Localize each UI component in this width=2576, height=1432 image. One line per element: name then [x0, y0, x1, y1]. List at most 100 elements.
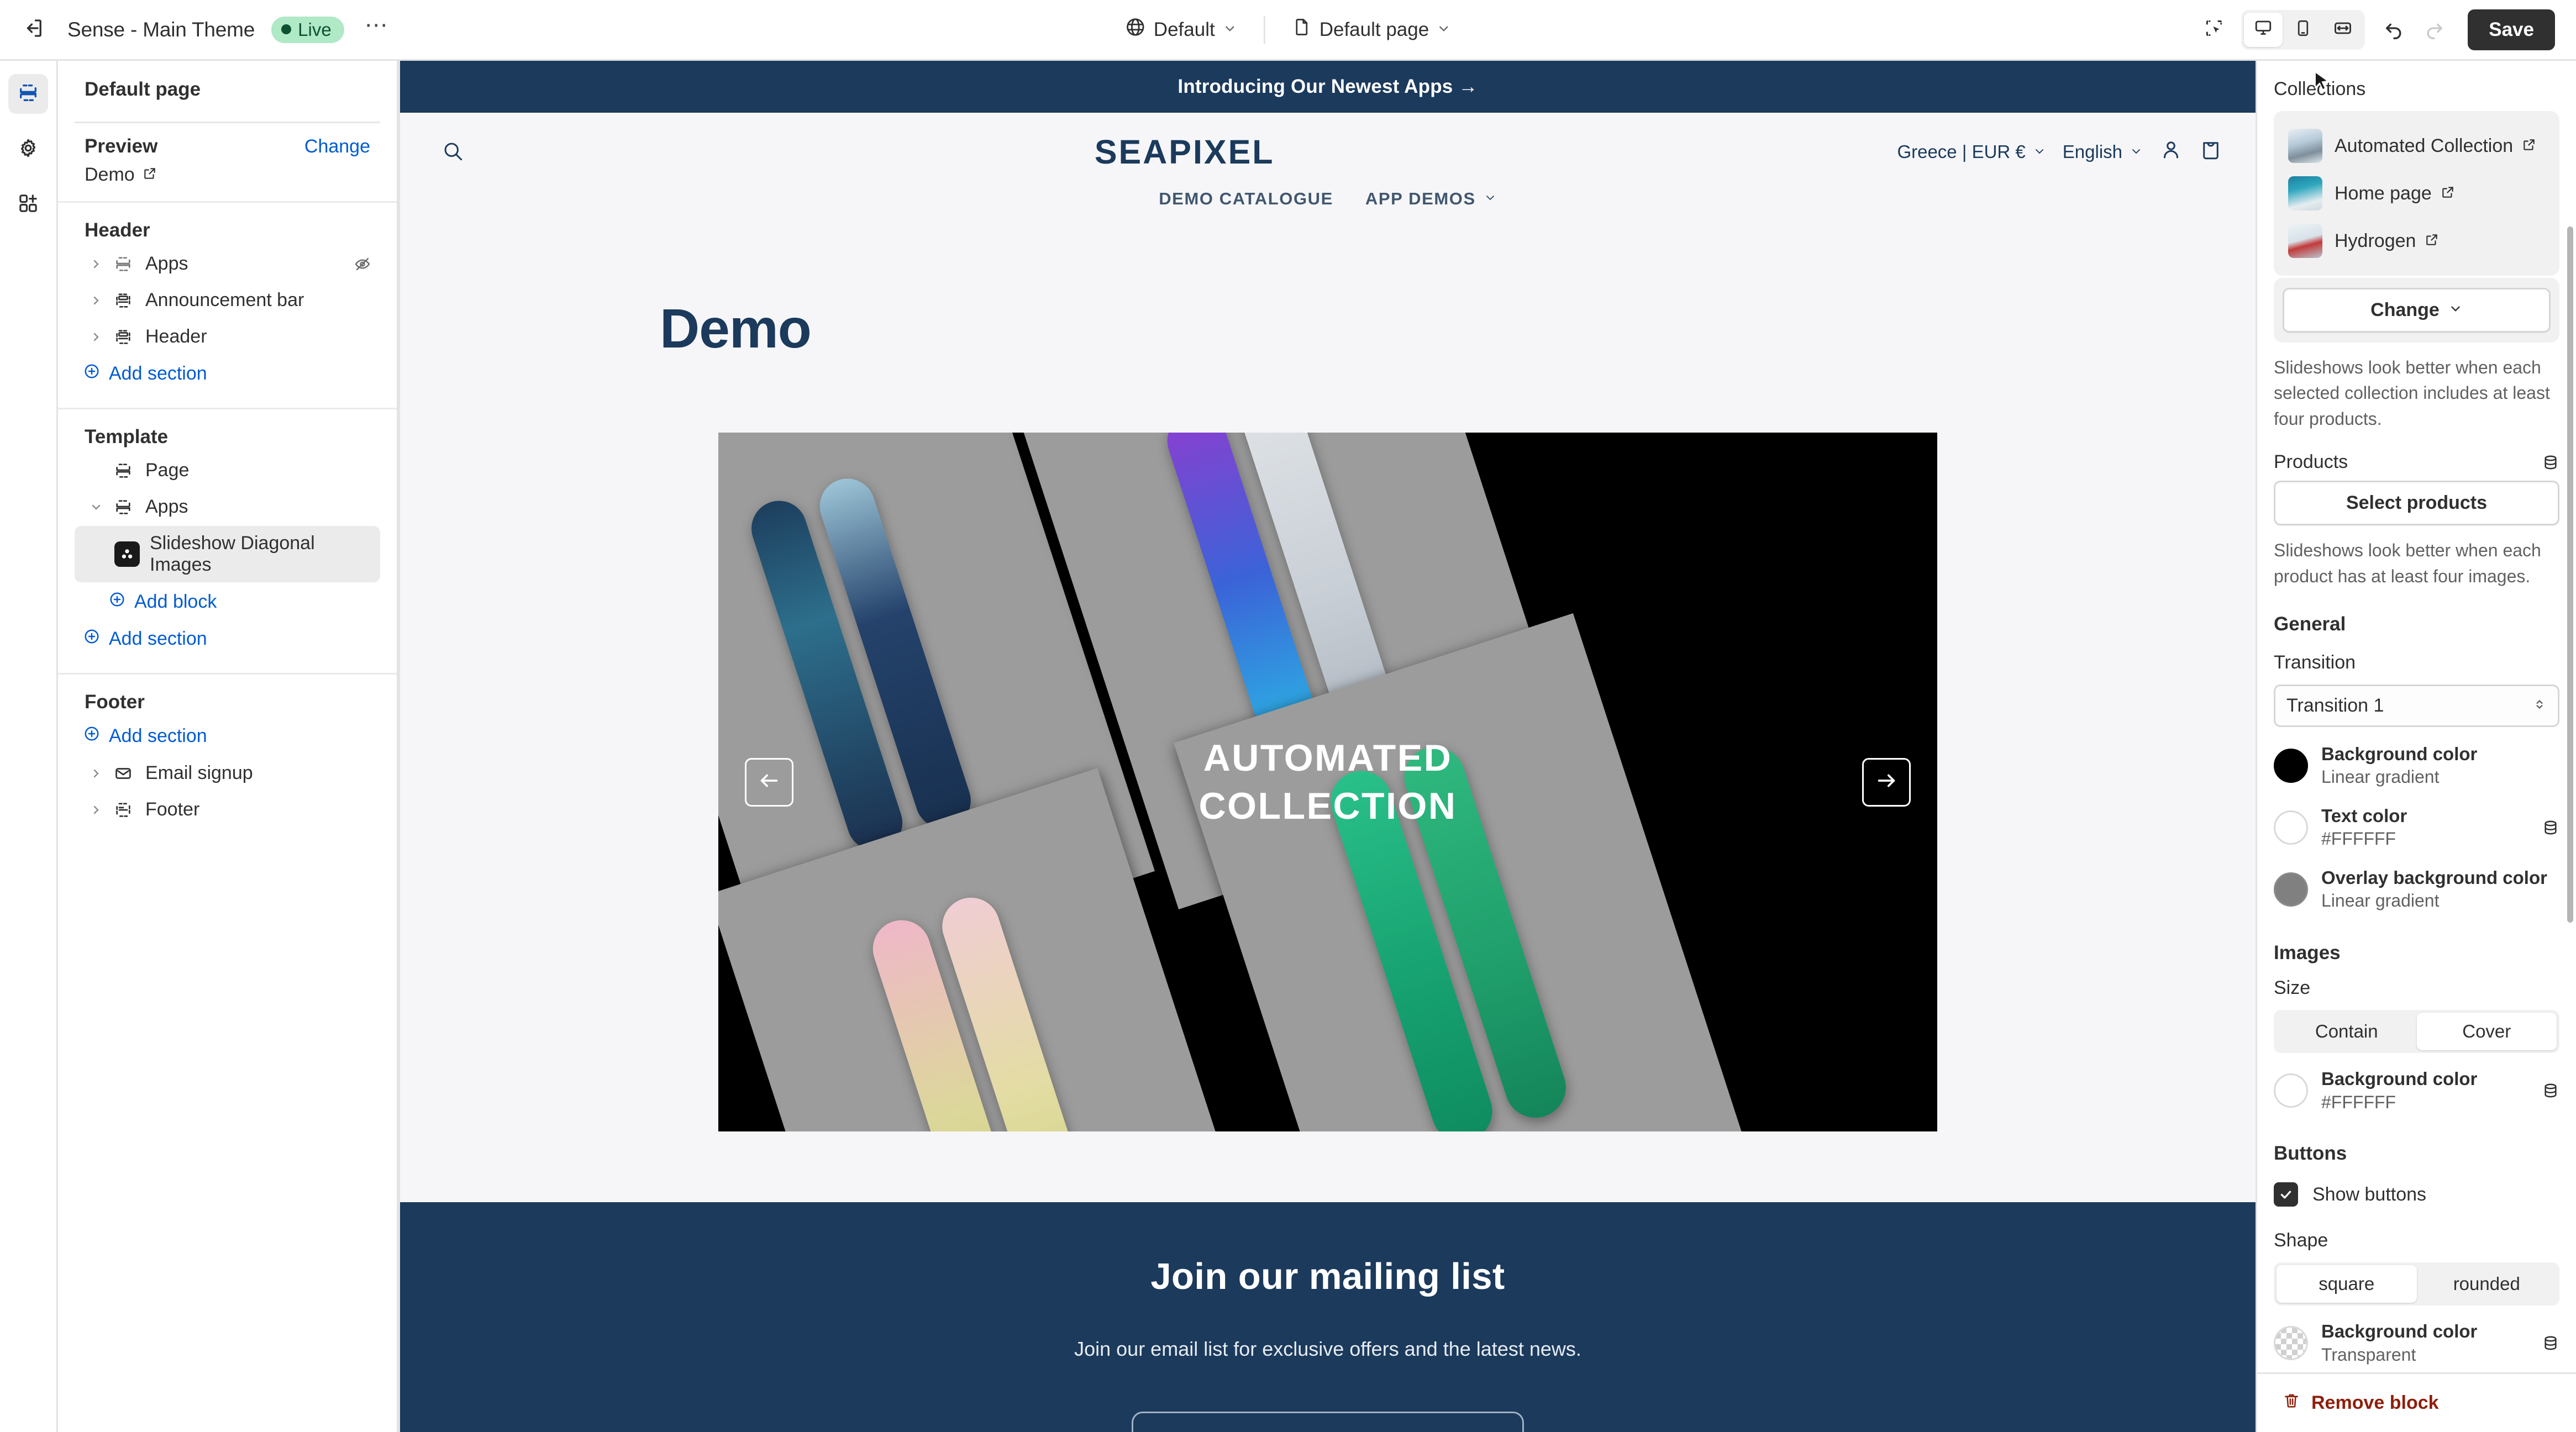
chevron-right-icon[interactable]	[83, 330, 109, 344]
plus-circle-icon	[109, 591, 125, 613]
chevron-right-icon[interactable]	[83, 294, 109, 307]
exit-editor-button[interactable]	[17, 13, 51, 47]
search-button[interactable]	[433, 139, 472, 165]
device-desktop-button[interactable]	[2244, 12, 2283, 47]
more-actions-button[interactable]: ⋯	[361, 12, 393, 46]
rail-apps-button[interactable]	[8, 185, 48, 224]
rail-sections-button[interactable]	[8, 74, 48, 114]
sections-icon	[17, 82, 39, 107]
shape-option-square[interactable]: square	[2277, 1265, 2417, 1303]
settings-scrollbar[interactable]	[2567, 227, 2573, 923]
sidebar-item-apps-header[interactable]: Apps	[75, 246, 380, 281]
add-block-button[interactable]: Add block	[75, 585, 380, 619]
external-link-icon[interactable]	[2522, 135, 2536, 157]
country-currency-selector[interactable]: Greece | EUR €	[1897, 141, 2046, 162]
cart-icon[interactable]	[2199, 138, 2222, 166]
sidebar-item-apps-template[interactable]: Apps	[75, 489, 380, 524]
chevron-down-icon	[1437, 19, 1451, 41]
inspector-toggle-button[interactable]	[2196, 12, 2232, 48]
external-link-icon[interactable]	[2441, 183, 2455, 204]
save-button[interactable]: Save	[2468, 9, 2555, 50]
slideshow-next-button[interactable]	[1862, 757, 1911, 807]
slideshow-block[interactable]: AUTOMATED COLLECTION	[718, 433, 1937, 1131]
store-logo[interactable]: SEAPIXEL	[472, 133, 1897, 171]
sidebar-item-page[interactable]: Page	[75, 453, 380, 488]
color-labels: Background color Transparent	[2321, 1320, 2477, 1366]
envelope-icon	[109, 764, 138, 783]
collection-row-hydrogen[interactable]: Hydrogen	[2283, 217, 2551, 265]
rail-settings-button[interactable]	[8, 129, 48, 169]
database-icon[interactable]	[2542, 1334, 2559, 1352]
sidebar-item-announcement-bar[interactable]: Announcement bar	[75, 283, 380, 318]
chevron-right-icon[interactable]	[83, 767, 109, 780]
chevron-down-icon	[2033, 141, 2046, 162]
buttons-background-color-row[interactable]: Background color Transparent	[2274, 1312, 2559, 1372]
general-overlay-color-row[interactable]: Overlay background color Linear gradient	[2274, 859, 2559, 920]
slide-caption-line-2: COLLECTION	[1198, 785, 1457, 827]
chevron-updown-icon	[2532, 695, 2547, 717]
show-buttons-label: Show buttons	[2312, 1183, 2427, 1205]
slideshow-prev-button[interactable]	[745, 757, 793, 807]
nav-demo-catalogue[interactable]: DEMO CATALOGUE	[1159, 189, 1333, 209]
chevron-right-icon[interactable]	[83, 257, 109, 271]
color-left: Background color #FFFFFF	[2274, 1067, 2477, 1114]
add-section-template-button[interactable]: Add section	[75, 622, 380, 656]
transition-select[interactable]: Transition 1	[2274, 684, 2559, 727]
add-section-footer-button[interactable]: Add section	[75, 719, 380, 754]
newsletter-email-field[interactable]: Email	[1132, 1412, 1524, 1432]
nav-app-demos[interactable]: APP DEMOS	[1365, 189, 1497, 209]
collections-change-button[interactable]: Change	[2283, 288, 2551, 333]
announcement-bar[interactable]: Introducing Our Newest Apps →	[400, 61, 2256, 113]
page-selector[interactable]: Default page	[1280, 10, 1463, 49]
redo-button[interactable]	[2416, 12, 2452, 48]
select-products-button[interactable]: Select products	[2274, 481, 2559, 526]
banner-icon	[109, 291, 138, 310]
language-selector[interactable]: English	[2063, 141, 2143, 162]
chevron-down-icon	[1484, 189, 1497, 209]
database-icon[interactable]	[2542, 454, 2559, 471]
device-fullwidth-button[interactable]	[2323, 13, 2362, 47]
preview-change-link[interactable]: Change	[304, 136, 370, 157]
show-buttons-checkbox[interactable]	[2274, 1182, 2298, 1207]
color-value: Linear gradient	[2321, 767, 2440, 787]
market-selector[interactable]: Default	[1113, 10, 1249, 49]
add-section-label: Add section	[109, 628, 207, 649]
preview-value[interactable]: Demo	[75, 160, 380, 187]
size-option-cover[interactable]: Cover	[2416, 1013, 2557, 1051]
status-badge: Live	[271, 16, 344, 43]
sidebar-item-footer[interactable]: Footer	[75, 792, 380, 827]
image-size-segment: Contain Cover	[2274, 1010, 2559, 1054]
undo-button[interactable]	[2376, 12, 2412, 48]
account-icon[interactable]	[2159, 138, 2183, 166]
banner-icon	[109, 328, 138, 346]
general-text-color-row[interactable]: Text color #FFFFFF	[2274, 797, 2559, 859]
eye-off-icon[interactable]	[354, 255, 371, 273]
database-icon[interactable]	[2542, 819, 2559, 836]
language-label: English	[2062, 141, 2122, 162]
sidebar-item-header[interactable]: Header	[75, 319, 380, 354]
preview-value-label: Demo	[85, 164, 135, 185]
size-option-contain[interactable]: Contain	[2277, 1013, 2417, 1050]
slide-caption: AUTOMATED COLLECTION	[718, 734, 1937, 830]
general-background-color-row[interactable]: Background color Linear gradient	[2274, 735, 2559, 797]
add-section-header-button[interactable]: Add section	[75, 356, 380, 391]
database-icon[interactable]	[2542, 1082, 2559, 1099]
show-buttons-checkbox-row[interactable]: Show buttons	[2274, 1175, 2559, 1214]
sidebar-item-email-signup[interactable]: Email signup	[75, 756, 380, 791]
collection-name: Automated Collection	[2335, 135, 2514, 156]
chevron-right-icon[interactable]	[83, 803, 109, 817]
store-header-actions: Greece | EUR € English	[1897, 138, 2222, 166]
remove-block-button[interactable]: Remove block	[2274, 1386, 2448, 1420]
shape-option-rounded[interactable]: rounded	[2417, 1265, 2557, 1303]
external-link-icon[interactable]	[2425, 230, 2439, 252]
sidebar-item-label: Page	[145, 460, 190, 481]
sidebar-item-slideshow-diagonal-images[interactable]: Slideshow Diagonal Images	[75, 526, 380, 582]
collection-row-automated-collection[interactable]: Automated Collection	[2283, 122, 2551, 170]
collection-row-home-page[interactable]: Home page	[2283, 170, 2551, 217]
images-background-color-row[interactable]: Background color #FFFFFF	[2274, 1060, 2559, 1122]
chevron-down-icon[interactable]	[83, 501, 109, 514]
collection-name: Hydrogen	[2335, 230, 2416, 251]
device-mobile-button[interactable]	[2284, 13, 2322, 47]
arrow-left-icon	[756, 768, 782, 796]
color-swatch	[2274, 748, 2308, 783]
